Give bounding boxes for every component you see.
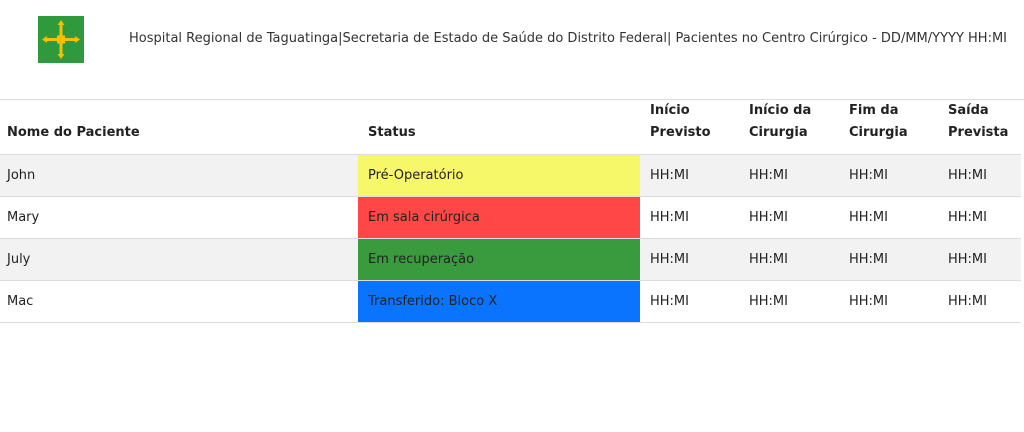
column-header-inicio-previsto: Início Previsto bbox=[640, 100, 739, 155]
status-cell: Pré-Operatório bbox=[358, 154, 640, 197]
status-cell: Transferido: Bloco X bbox=[358, 280, 640, 323]
fim-cirurgia-cell: HH:MI bbox=[839, 154, 938, 197]
column-header-nome-do-paciente: Nome do Paciente bbox=[0, 100, 358, 155]
patient-name-cell: Mary bbox=[0, 196, 358, 239]
table-row: Mac Transferido: Bloco X HH:MI HH:MI HH:… bbox=[0, 280, 1021, 323]
table-header: Nome do Paciente Status Início Previsto … bbox=[0, 100, 1021, 155]
inicio-cirurgia-cell: HH:MI bbox=[739, 280, 839, 323]
flag-cross-bar-vertical bbox=[59, 23, 63, 56]
column-header-saida-prevista: Saída Prevista bbox=[938, 100, 1021, 155]
table-header-row: Nome do Paciente Status Início Previsto … bbox=[0, 100, 1021, 155]
patient-name-cell: Mac bbox=[0, 280, 358, 323]
inicio-cirurgia-cell: HH:MI bbox=[739, 154, 839, 197]
inicio-cirurgia-cell: HH:MI bbox=[739, 196, 839, 239]
page-title: Hospital Regional de Taguatinga|Secretar… bbox=[129, 31, 1008, 46]
column-header-status: Status bbox=[358, 100, 640, 155]
table-row: Mary Em sala cirúrgica HH:MI HH:MI HH:MI… bbox=[0, 196, 1021, 239]
fim-cirurgia-cell: HH:MI bbox=[839, 196, 938, 239]
inicio-previsto-cell: HH:MI bbox=[640, 196, 739, 239]
inicio-previsto-cell: HH:MI bbox=[640, 238, 739, 281]
table-row: July Em recuperação HH:MI HH:MI HH:MI HH… bbox=[0, 238, 1021, 281]
column-header-inicio-da-cirurgia: Início da Cirurgia bbox=[739, 100, 839, 155]
status-cell: Em sala cirúrgica bbox=[358, 196, 640, 239]
inicio-previsto-cell: HH:MI bbox=[640, 154, 739, 197]
saida-prevista-cell: HH:MI bbox=[938, 280, 1021, 323]
page-header: Hospital Regional de Taguatinga|Secretar… bbox=[0, 0, 1024, 100]
saida-prevista-cell: HH:MI bbox=[938, 196, 1021, 239]
table-row: John Pré-Operatório HH:MI HH:MI HH:MI HH… bbox=[0, 154, 1021, 197]
patient-name-cell: July bbox=[0, 238, 358, 281]
inicio-previsto-cell: HH:MI bbox=[640, 280, 739, 323]
fim-cirurgia-cell: HH:MI bbox=[839, 238, 938, 281]
status-cell: Em recuperação bbox=[358, 238, 640, 281]
patient-name-cell: John bbox=[0, 154, 358, 197]
column-header-fim-da-cirurgia: Fim da Cirurgia bbox=[839, 100, 938, 155]
fim-cirurgia-cell: HH:MI bbox=[839, 280, 938, 323]
table-body: John Pré-Operatório HH:MI HH:MI HH:MI HH… bbox=[0, 154, 1021, 323]
saida-prevista-cell: HH:MI bbox=[938, 154, 1021, 197]
patients-table: Nome do Paciente Status Início Previsto … bbox=[0, 100, 1021, 323]
distrito-federal-flag-icon bbox=[38, 16, 84, 63]
inicio-cirurgia-cell: HH:MI bbox=[739, 238, 839, 281]
saida-prevista-cell: HH:MI bbox=[938, 238, 1021, 281]
